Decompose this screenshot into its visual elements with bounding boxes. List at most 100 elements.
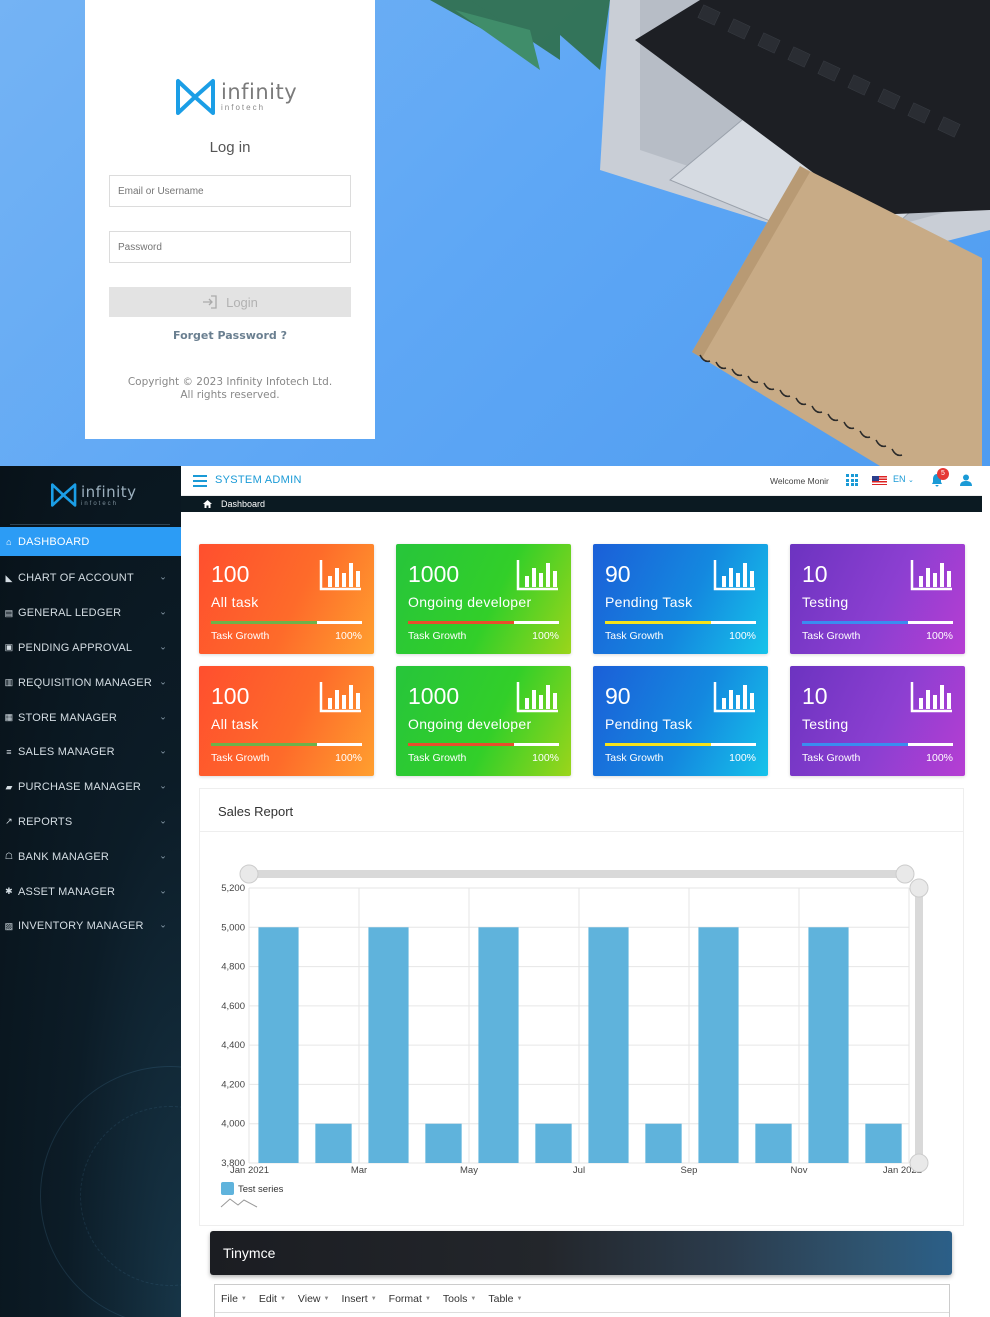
sidebar-item-requisition-manager[interactable]: ▥ REQUISITION MANAGER ⌄	[0, 665, 181, 700]
card-label: All task	[211, 594, 259, 610]
stat-card[interactable]: 10 Testing Task Growth 100%	[790, 544, 965, 654]
chevron-down-icon: ⌄	[159, 676, 167, 687]
tinymce-menu-label: Table	[488, 1293, 514, 1305]
login-button[interactable]: Login	[109, 287, 351, 317]
chart-bar[interactable]	[755, 1123, 792, 1163]
sidebar-item-pending-approval[interactable]: ▣ PENDING APPROVAL ⌄	[0, 631, 181, 666]
user-icon[interactable]	[959, 473, 973, 487]
scrollbar-top-grip-icon[interactable]	[909, 878, 929, 898]
sidebar-item-label: STORE MANAGER	[18, 711, 117, 724]
sidebar-item-store-manager[interactable]: ▦ STORE MANAGER ⌄	[0, 700, 181, 735]
y-tick-label: 5,000	[221, 922, 245, 933]
card-growth-percent: 100%	[729, 630, 756, 642]
infinity-logo-icon	[176, 79, 215, 115]
chart-bar[interactable]	[315, 1123, 352, 1163]
bar-chart-icon	[713, 560, 755, 591]
x-tick-label: Nov	[791, 1165, 808, 1176]
home-icon[interactable]	[203, 500, 212, 508]
home-icon: ⌂	[6, 536, 12, 547]
tinymce-menu-file[interactable]: File ▼	[221, 1293, 247, 1305]
tinymce-menu-insert[interactable]: Insert ▼	[341, 1293, 376, 1305]
sidebar-item-label: PURCHASE MANAGER	[18, 781, 141, 794]
caret-down-icon: ▼	[516, 1296, 523, 1302]
progress-bar	[211, 621, 362, 624]
tinymce-menu-tools[interactable]: Tools ▼	[443, 1293, 476, 1305]
tinymce-menu-view[interactable]: View ▼	[298, 1293, 330, 1305]
scrollbar-bottom-grip-icon[interactable]	[909, 1153, 929, 1173]
stat-card[interactable]: 100 All task Task Growth 100%	[199, 544, 374, 654]
bar-chart-icon	[319, 682, 361, 713]
caret-down-icon: ▼	[279, 1296, 286, 1302]
chart-bar[interactable]	[645, 1123, 682, 1163]
x-tick-label: Sep	[681, 1165, 698, 1176]
y-tick-label: 5,200	[221, 883, 245, 894]
topbar-title: SYSTEM ADMIN	[215, 474, 302, 486]
chart-bar[interactable]	[425, 1123, 462, 1163]
sidebar-item-label: REQUISITION MANAGER	[18, 676, 152, 689]
chart-bar[interactable]	[808, 927, 849, 1163]
legend-swatch[interactable]	[221, 1182, 234, 1195]
us-flag-icon[interactable]	[872, 476, 887, 485]
stat-card[interactable]: 1000 Ongoing developer Task Growth 100%	[396, 666, 571, 776]
notification-badge: 5	[937, 468, 949, 480]
stat-card[interactable]: 10 Testing Task Growth 100%	[790, 666, 965, 776]
lock-icon: ▣	[4, 642, 14, 653]
stat-card[interactable]: 90 Pending Task Task Growth 100%	[593, 544, 768, 654]
stat-card[interactable]: 1000 Ongoing developer Task Growth 100%	[396, 544, 571, 654]
email-field[interactable]	[109, 175, 351, 207]
stat-card[interactable]: 100 All task Task Growth 100%	[199, 666, 374, 776]
sidebar-item-label: GENERAL LEDGER	[18, 607, 122, 620]
card-value: 100	[211, 683, 250, 709]
card-growth-label: Task Growth	[408, 630, 467, 642]
cart-icon: ≡	[6, 747, 12, 758]
sidebar-item-inventory-manager[interactable]: ▨ INVENTORY MANAGER ⌄	[0, 909, 181, 944]
card-value: 10	[802, 683, 828, 709]
progress-bar	[802, 743, 953, 746]
progress-bar	[802, 621, 953, 624]
chart-bar[interactable]	[698, 927, 739, 1163]
sidebar-item-asset-manager[interactable]: ✱ ASSET MANAGER ⌄	[0, 874, 181, 909]
password-field[interactable]	[109, 231, 351, 263]
login-icon	[203, 295, 217, 309]
infinity-logo-icon	[51, 483, 77, 507]
breadcrumb-label[interactable]: Dashboard	[221, 499, 265, 509]
chart-bar[interactable]	[258, 927, 299, 1163]
sidebar-item-chart-of-account[interactable]: ◣ CHART OF ACCOUNT ⌄	[0, 561, 181, 596]
tinymce-menu-format[interactable]: Format ▼	[389, 1293, 431, 1305]
language-selector[interactable]: EN ⌄	[893, 474, 914, 484]
chart-bar[interactable]	[865, 1123, 902, 1163]
tinymce-menu-edit[interactable]: Edit ▼	[259, 1293, 286, 1305]
bar-chart-icon	[910, 560, 952, 591]
chevron-down-icon: ⌄	[159, 710, 167, 721]
sidebar-item-sales-manager[interactable]: ≡ SALES MANAGER ⌄	[0, 735, 181, 770]
apps-grid-icon[interactable]	[846, 474, 858, 486]
login-logo: infinity infotech	[175, 77, 297, 117]
y-tick-label: 4,800	[221, 962, 245, 973]
hamburger-menu-icon[interactable]	[193, 475, 207, 490]
bag-icon: ▰	[5, 781, 13, 792]
sidebar-logo[interactable]: infinity infotech	[50, 482, 137, 508]
sidebar-item-dashboard[interactable]: ⌂ DASHBOARD	[0, 527, 181, 556]
scrollbar-start-grip-icon[interactable]	[239, 864, 259, 884]
card-growth-percent: 100%	[532, 630, 559, 642]
chart-bar[interactable]	[478, 927, 519, 1163]
vertical-scrollbar[interactable]	[915, 888, 923, 1163]
forget-password-link[interactable]: Forget Password ?	[85, 329, 375, 342]
horizontal-scrollbar[interactable]	[249, 870, 905, 878]
progress-bar	[408, 621, 559, 624]
card-value: 10	[802, 561, 828, 587]
chart-bar[interactable]	[588, 927, 629, 1163]
sidebar-item-purchase-manager[interactable]: ▰ PURCHASE MANAGER ⌄	[0, 770, 181, 805]
chart-bar[interactable]	[368, 927, 409, 1163]
chart-bar[interactable]	[535, 1123, 572, 1163]
sidebar-item-bank-manager[interactable]: ☖ BANK MANAGER ⌄	[0, 839, 181, 874]
legend-label[interactable]: Test series	[238, 1184, 284, 1195]
scrollbar-end-grip-icon[interactable]	[895, 864, 915, 884]
welcome-text: Welcome Monir	[770, 476, 829, 486]
sidebar-item-general-ledger[interactable]: ▤ GENERAL LEDGER ⌄	[0, 596, 181, 631]
stat-card[interactable]: 90 Pending Task Task Growth 100%	[593, 666, 768, 776]
sidebar-item-reports[interactable]: ↗ REPORTS ⌄	[0, 805, 181, 840]
tinymce-menu-table[interactable]: Table ▼	[488, 1293, 522, 1305]
chevron-down-icon: ⌄	[159, 815, 167, 826]
card-label: Ongoing developer	[408, 716, 532, 732]
